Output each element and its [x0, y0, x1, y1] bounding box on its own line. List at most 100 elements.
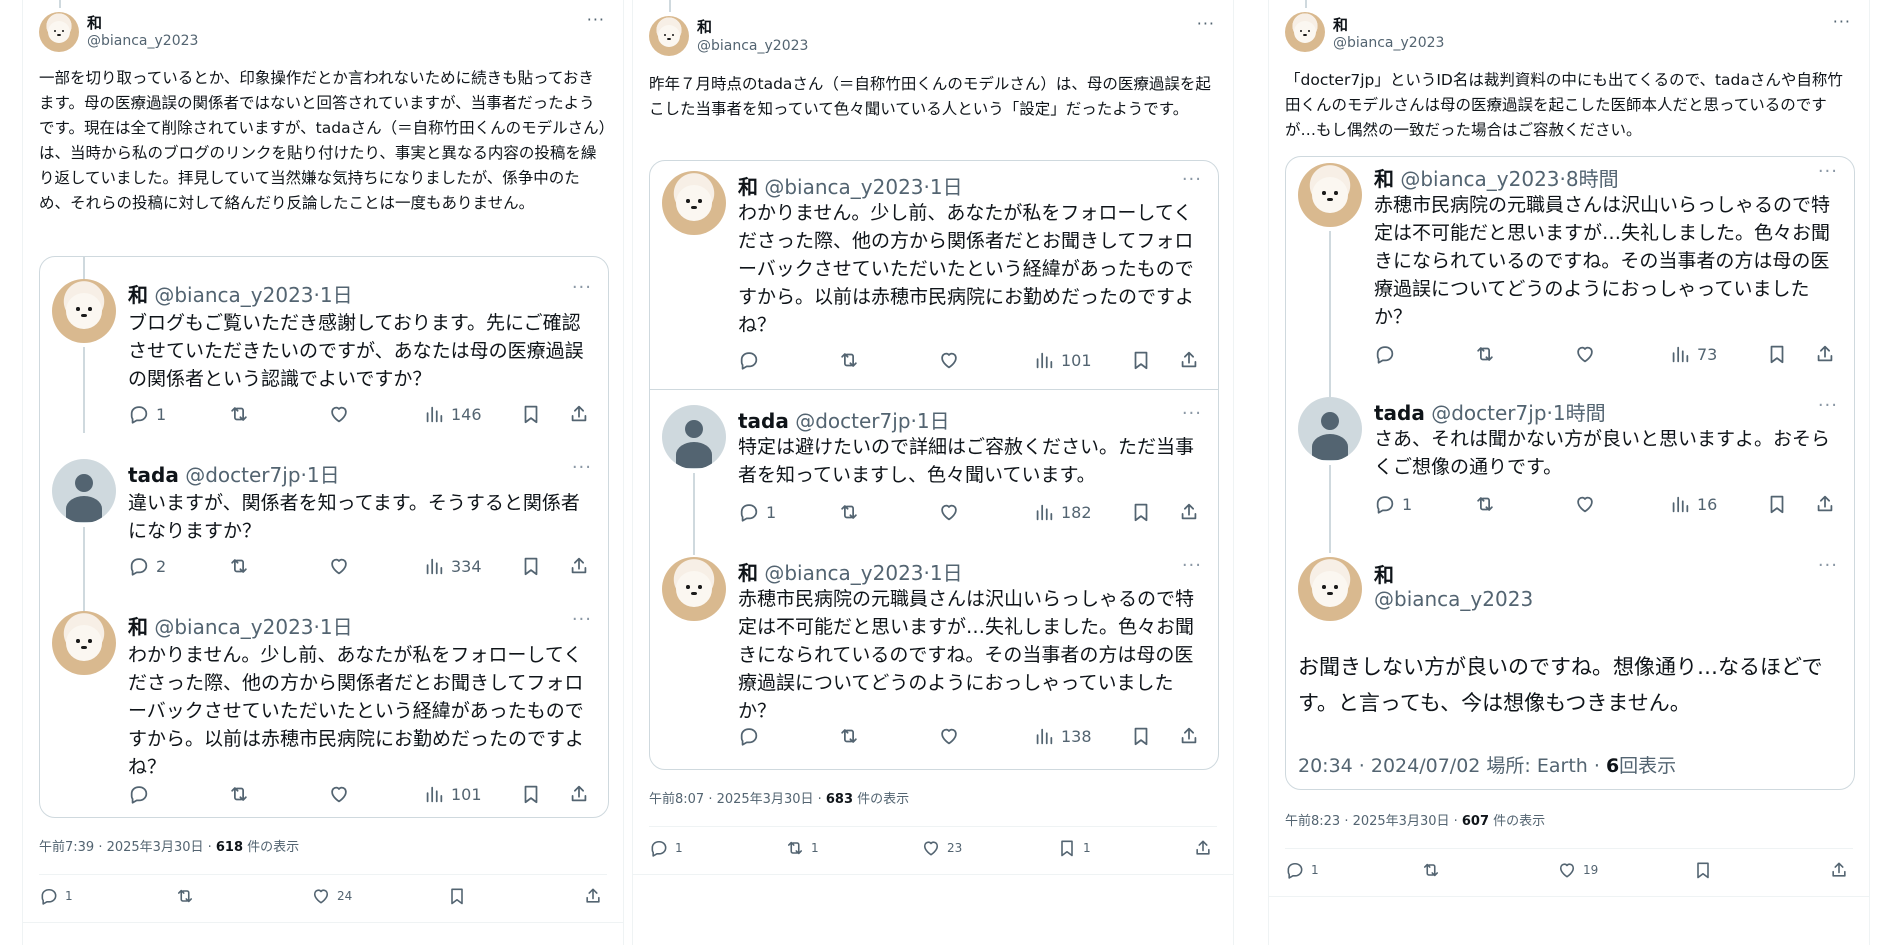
quoted-thread-card[interactable]: 和 @bianca_y2023·1日 ··· わかりません。少し前、あなたが私を…: [649, 160, 1219, 770]
tweet-timestamp[interactable]: 午前8:23 · 2025年3月30日 · 607 件の表示: [1285, 810, 1545, 829]
quoted-thread-card[interactable]: 和 @bianca_y2023·8時間 ··· 赤穂市民病院の元職員さんは沢山い…: [1285, 156, 1855, 790]
tweet-timestamp[interactable]: 午前8:07 · 2025年3月30日 · 683 件の表示: [649, 788, 909, 807]
like-button[interactable]: 19: [1557, 860, 1598, 880]
retweet-button[interactable]: [838, 725, 860, 747]
share-button[interactable]: [1814, 343, 1836, 365]
share-button[interactable]: [1178, 501, 1200, 523]
reply-author-name[interactable]: tada: [1374, 401, 1425, 425]
reply-button[interactable]: 1: [39, 886, 73, 906]
retweet-button[interactable]: [228, 555, 250, 577]
quoted-thread-card[interactable]: 和 @bianca_y2023·1日 ··· ブログもご覧いただき感謝しておりま…: [39, 256, 609, 818]
bookmark-button[interactable]: [1693, 860, 1719, 880]
reply-handle[interactable]: @bianca_y2023: [1374, 587, 1533, 611]
reply-handle[interactable]: @bianca_y2023: [764, 561, 923, 585]
reply-button[interactable]: [738, 725, 760, 747]
bookmark-button[interactable]: [1130, 501, 1152, 523]
more-options-icon[interactable]: ···: [1818, 555, 1838, 576]
reply-handle[interactable]: @bianca_y2023: [154, 283, 313, 307]
reply-avatar[interactable]: [662, 171, 726, 235]
share-button[interactable]: [583, 886, 603, 906]
reply-author-name[interactable]: tada: [738, 409, 789, 433]
share-button[interactable]: [1193, 838, 1213, 858]
retweet-button[interactable]: [838, 501, 860, 523]
reply-avatar[interactable]: [52, 459, 116, 523]
views-button[interactable]: 16: [1669, 493, 1717, 515]
author-avatar[interactable]: [39, 12, 79, 52]
reply-handle[interactable]: @docter7jp: [795, 409, 910, 433]
reply-author-name[interactable]: 和: [1374, 563, 1394, 587]
more-options-icon[interactable]: ···: [1182, 169, 1202, 190]
reply-button[interactable]: 1: [1285, 860, 1319, 880]
quoted-timestamp[interactable]: 20:34 · 2024/07/02 場所: Earth · 6回表示: [1298, 751, 1676, 778]
share-button[interactable]: [1814, 493, 1836, 515]
like-button[interactable]: [328, 555, 350, 577]
bookmark-button[interactable]: [520, 555, 542, 577]
author-name[interactable]: 和: [697, 16, 712, 37]
reply-avatar[interactable]: [662, 405, 726, 469]
views-button[interactable]: 334: [423, 555, 482, 577]
reply-author-name[interactable]: 和: [128, 615, 148, 639]
share-button[interactable]: [1829, 860, 1849, 880]
reply-handle[interactable]: @docter7jp: [1431, 401, 1546, 425]
more-options-icon[interactable]: ···: [572, 609, 592, 630]
reply-avatar[interactable]: [1298, 163, 1362, 227]
retweet-button[interactable]: 1: [785, 838, 819, 858]
reply-button[interactable]: [738, 349, 760, 371]
reply-avatar[interactable]: [1298, 557, 1362, 621]
reply-author-name[interactable]: 和: [128, 283, 148, 307]
share-button[interactable]: [568, 555, 590, 577]
reply-handle[interactable]: @bianca_y2023: [764, 175, 923, 199]
views-button[interactable]: 146: [423, 403, 482, 425]
share-button[interactable]: [1178, 349, 1200, 371]
reply-handle[interactable]: @bianca_y2023: [1400, 167, 1559, 191]
more-options-icon[interactable]: ···: [1197, 14, 1215, 33]
author-avatar[interactable]: [1285, 12, 1325, 52]
more-options-icon[interactable]: ···: [1182, 555, 1202, 576]
more-options-icon[interactable]: ···: [572, 277, 592, 298]
reply-button[interactable]: 2: [128, 555, 166, 577]
share-button[interactable]: [1178, 725, 1200, 747]
retweet-button[interactable]: [1421, 860, 1447, 880]
views-button[interactable]: 182: [1033, 501, 1092, 523]
like-button[interactable]: [938, 349, 960, 371]
reply-avatar[interactable]: [1298, 397, 1362, 461]
like-button[interactable]: [328, 783, 350, 805]
author-handle[interactable]: @bianca_y2023: [1333, 35, 1444, 51]
like-button[interactable]: 23: [921, 838, 962, 858]
bookmark-button[interactable]: [1130, 725, 1152, 747]
reply-handle[interactable]: @bianca_y2023: [154, 615, 313, 639]
reply-author-name[interactable]: 和: [738, 561, 758, 585]
bookmark-button[interactable]: [1766, 493, 1788, 515]
views-button[interactable]: 101: [1033, 349, 1092, 371]
bookmark-button[interactable]: [520, 403, 542, 425]
tweet-timestamp[interactable]: 午前7:39 · 2025年3月30日 · 618 件の表示: [39, 836, 299, 855]
reply-button[interactable]: 1: [649, 838, 683, 858]
more-options-icon[interactable]: ···: [572, 457, 592, 478]
more-options-icon[interactable]: ···: [1818, 161, 1838, 182]
reply-author-name[interactable]: 和: [738, 175, 758, 199]
like-button[interactable]: [1574, 343, 1596, 365]
retweet-button[interactable]: [228, 783, 250, 805]
retweet-button[interactable]: [1474, 493, 1496, 515]
more-options-icon[interactable]: ···: [1818, 395, 1838, 416]
more-options-icon[interactable]: ···: [1182, 403, 1202, 424]
views-button[interactable]: 138: [1033, 725, 1092, 747]
retweet-button[interactable]: [1474, 343, 1496, 365]
author-handle[interactable]: @bianca_y2023: [87, 33, 198, 49]
reply-author-name[interactable]: tada: [128, 463, 179, 487]
like-button[interactable]: [1574, 493, 1596, 515]
reply-avatar[interactable]: [52, 279, 116, 343]
share-button[interactable]: [568, 783, 590, 805]
reply-button[interactable]: [128, 783, 150, 805]
views-button[interactable]: 101: [423, 783, 482, 805]
bookmark-button[interactable]: 1: [1057, 838, 1091, 858]
retweet-button[interactable]: [838, 349, 860, 371]
like-button[interactable]: [938, 725, 960, 747]
retweet-button[interactable]: [175, 886, 201, 906]
reply-avatar[interactable]: [52, 611, 116, 675]
more-options-icon[interactable]: ···: [1833, 12, 1851, 31]
like-button[interactable]: [328, 403, 350, 425]
author-name[interactable]: 和: [1333, 14, 1348, 35]
reply-author-name[interactable]: 和: [1374, 167, 1394, 191]
share-button[interactable]: [568, 403, 590, 425]
